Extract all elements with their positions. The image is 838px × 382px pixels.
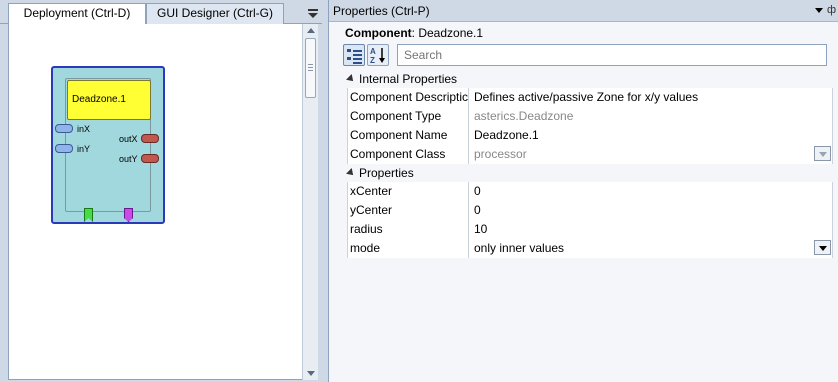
- categorized-icon: [353, 50, 362, 52]
- event-trigger-port[interactable]: [84, 208, 93, 222]
- event-listener-port[interactable]: [124, 208, 133, 222]
- sort-az-icon: A Z: [370, 47, 385, 65]
- grip-line: [308, 70, 313, 71]
- property-row[interactable]: Component Name Deadzone.1: [347, 126, 833, 145]
- property-name: Component Name: [347, 126, 469, 145]
- property-value[interactable]: 10: [469, 220, 833, 239]
- scroll-thumb[interactable]: [305, 38, 316, 98]
- component-title: Deadzone.1: [67, 80, 151, 120]
- property-row[interactable]: xCenter 0: [347, 182, 833, 201]
- deployment-canvas[interactable]: Deadzone.1 inX inY outX outY: [8, 24, 304, 380]
- chevron-down-icon: [819, 152, 827, 157]
- property-name: Component Class: [347, 145, 469, 164]
- grip-line: [308, 67, 313, 68]
- property-row[interactable]: yCenter 0: [347, 201, 833, 220]
- input-port-inx[interactable]: [55, 124, 73, 133]
- category-properties[interactable]: Properties: [346, 164, 833, 182]
- property-row[interactable]: Component Class processor: [347, 145, 833, 164]
- categorized-icon: [347, 57, 351, 60]
- output-port-outy[interactable]: [141, 154, 159, 163]
- tab-deployment[interactable]: Deployment (Ctrl-D): [8, 3, 146, 25]
- property-name: Component Descriptic: [347, 88, 469, 107]
- categorized-icon: [353, 54, 362, 56]
- component-label: Component: [345, 26, 412, 40]
- collapse-triangle-icon[interactable]: [346, 168, 356, 178]
- properties-header: Properties (Ctrl-P) ф: [329, 0, 838, 22]
- categorized-icon: [347, 49, 351, 52]
- component-deadzone[interactable]: Deadzone.1 inX inY outX outY: [51, 66, 165, 224]
- pane-menu-icon[interactable]: [815, 8, 823, 13]
- dropdown-button: [814, 146, 831, 161]
- search-input[interactable]: [397, 44, 827, 66]
- properties-title: Properties (Ctrl-P): [333, 4, 430, 18]
- property-row[interactable]: mode only inner values: [347, 239, 833, 258]
- alphabetical-sort-button[interactable]: A Z: [367, 44, 389, 66]
- property-value[interactable]: 0: [469, 201, 833, 220]
- categorized-icon: [353, 58, 362, 60]
- canvas-vertical-scrollbar[interactable]: [302, 24, 318, 380]
- svg-text:A: A: [370, 47, 376, 56]
- deployment-pane: Deployment (Ctrl-D) GUI Designer (Ctrl-G…: [0, 0, 322, 382]
- category-internal-properties[interactable]: Internal Properties: [346, 70, 833, 88]
- selected-component-line: Component: Deadzone.1: [345, 26, 483, 40]
- collapse-triangle-icon[interactable]: [346, 74, 356, 84]
- component-value: Deadzone.1: [418, 26, 484, 40]
- property-name: mode: [347, 239, 469, 258]
- combo-value: processor: [474, 147, 527, 161]
- property-name: Component Type: [347, 107, 469, 126]
- category-label: Internal Properties: [359, 72, 458, 86]
- property-value[interactable]: 0: [469, 182, 833, 201]
- property-name: xCenter: [347, 182, 469, 201]
- tab-gui-designer[interactable]: GUI Designer (Ctrl-G): [146, 3, 284, 24]
- property-name: yCenter: [347, 201, 469, 220]
- grip-line: [308, 64, 313, 65]
- scroll-down-icon[interactable]: [307, 371, 315, 376]
- output-port-label: outY: [119, 154, 138, 164]
- input-port-iny[interactable]: [55, 144, 73, 153]
- input-port-label: inY: [77, 144, 91, 154]
- property-row[interactable]: radius 10: [347, 220, 833, 239]
- chevron-down-icon: [819, 246, 827, 251]
- scroll-up-icon[interactable]: [307, 28, 315, 33]
- properties-body: Component: Deadzone.1 A Z Internal Prope…: [329, 22, 838, 382]
- tab-menu-icon[interactable]: [306, 6, 320, 20]
- property-value: asterics.Deadzone: [469, 107, 833, 126]
- properties-pane: Properties (Ctrl-P) ф Component: Deadzon…: [328, 0, 838, 382]
- property-value-combo: processor: [469, 145, 833, 164]
- property-grid: Internal Properties Component Descriptic…: [346, 70, 833, 258]
- svg-text:Z: Z: [370, 56, 375, 65]
- property-row[interactable]: Component Descriptic Defines active/pass…: [347, 88, 833, 107]
- property-value[interactable]: Deadzone.1: [469, 126, 833, 145]
- dropdown-button[interactable]: [814, 240, 831, 255]
- categorized-view-button[interactable]: [343, 44, 365, 66]
- property-value-combo[interactable]: only inner values: [469, 239, 833, 258]
- output-port-outx[interactable]: [141, 134, 159, 143]
- deployment-tabstrip: Deployment (Ctrl-D) GUI Designer (Ctrl-G…: [0, 0, 322, 25]
- property-name: radius: [347, 220, 469, 239]
- category-label: Properties: [359, 166, 414, 180]
- property-row[interactable]: Component Type asterics.Deadzone: [347, 107, 833, 126]
- output-port-label: outX: [119, 134, 138, 144]
- categorized-icon: [353, 62, 362, 64]
- combo-value: only inner values: [474, 241, 565, 255]
- property-value[interactable]: Defines active/passive Zone for x/y valu…: [469, 88, 833, 107]
- input-port-label: inX: [77, 124, 91, 134]
- pin-icon[interactable]: ф: [827, 4, 836, 16]
